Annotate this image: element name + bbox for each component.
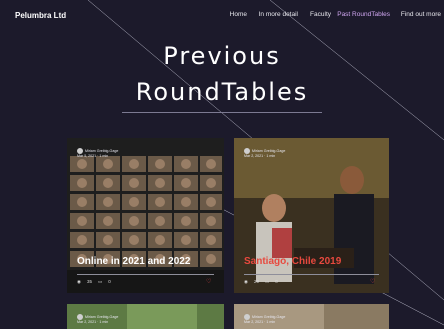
blog-card-4[interactable]: Miriam Greibig-Gage Mar 2, 2021 · 1 min: [234, 304, 389, 329]
card-title[interactable]: Online in 2021 and 2022: [77, 256, 190, 267]
card-divider: [77, 274, 214, 275]
card-title[interactable]: Santiago, Chile 2019: [244, 256, 341, 267]
hero-title-line-2: RoundTables: [135, 78, 309, 106]
card-read-time: 1 min: [99, 154, 109, 158]
card-views: 35: [86, 279, 92, 284]
heart-icon[interactable]: ♡: [370, 278, 375, 285]
card-date: Mar 5, 2021: [77, 154, 97, 158]
heart-icon[interactable]: ♡: [206, 278, 211, 285]
blog-card-3[interactable]: Miriam Greibig-Gage Mar 2, 2021 · 1 min: [67, 304, 224, 329]
card-stats: ◉ 35 ▭ 0: [77, 279, 111, 285]
nav-link-past-roundtables[interactable]: Past RoundTables: [337, 11, 390, 18]
video-call-grid-image: [67, 138, 224, 293]
comment-icon: ▭: [264, 279, 270, 284]
top-navigation: Pelumbra Ltd Home In more detail Faculty…: [0, 0, 444, 34]
card-author[interactable]: Miriam Greibig-Gage: [85, 315, 118, 319]
card-meta: Miriam Greibig-Gage Mar 5, 2021 · 1 min: [77, 148, 119, 158]
card-date: Mar 2, 2021: [244, 320, 264, 324]
hero-title-line-1: Previous: [163, 42, 281, 70]
card-read-time: 1 min: [266, 320, 276, 324]
card-date: Mar 2, 2021: [244, 154, 264, 158]
nav-link-find-out-more[interactable]: Find out more: [401, 11, 441, 18]
hero-divider: [122, 112, 322, 113]
nav-link-faculty[interactable]: Faculty: [310, 11, 331, 18]
blog-card-santiago-2019[interactable]: Miriam Greibig-Gage Mar 2, 2021 · 1 min …: [234, 138, 389, 293]
card-divider: [244, 274, 379, 275]
card-author[interactable]: Miriam Greibig-Gage: [252, 315, 285, 319]
card-meta: Miriam Greibig-Gage Mar 2, 2021 · 1 min: [77, 314, 119, 324]
santiago-photo-image: [234, 138, 389, 293]
hero-heading: Previous RoundTables: [0, 38, 444, 110]
eye-icon: ◉: [77, 279, 81, 284]
card-meta: Miriam Greibig-Gage Mar 2, 2021 · 1 min: [244, 314, 286, 324]
card-author[interactable]: Miriam Greibig-Gage: [85, 149, 118, 153]
nav-link-home[interactable]: Home: [230, 11, 247, 18]
card-author[interactable]: Miriam Greibig-Gage: [252, 149, 285, 153]
eye-icon: ◉: [244, 279, 248, 284]
blog-card-online-2021[interactable]: Miriam Greibig-Gage Mar 5, 2021 · 1 min …: [67, 138, 224, 293]
card-date: Mar 2, 2021: [77, 320, 97, 324]
card-views: 29: [253, 279, 259, 284]
card-meta: Miriam Greibig-Gage Mar 2, 2021 · 1 min: [244, 148, 286, 158]
card-comments: 0: [275, 279, 278, 284]
card-read-time: 1 min: [99, 320, 109, 324]
comment-icon: ▭: [97, 279, 103, 284]
card-comments: 0: [108, 279, 111, 284]
card-stats: ◉ 29 ▭ 0: [244, 279, 278, 285]
brand-logo-text[interactable]: Pelumbra Ltd: [15, 11, 66, 20]
nav-link-in-more-detail[interactable]: In more detail: [259, 11, 298, 18]
card-read-time: 1 min: [266, 154, 276, 158]
